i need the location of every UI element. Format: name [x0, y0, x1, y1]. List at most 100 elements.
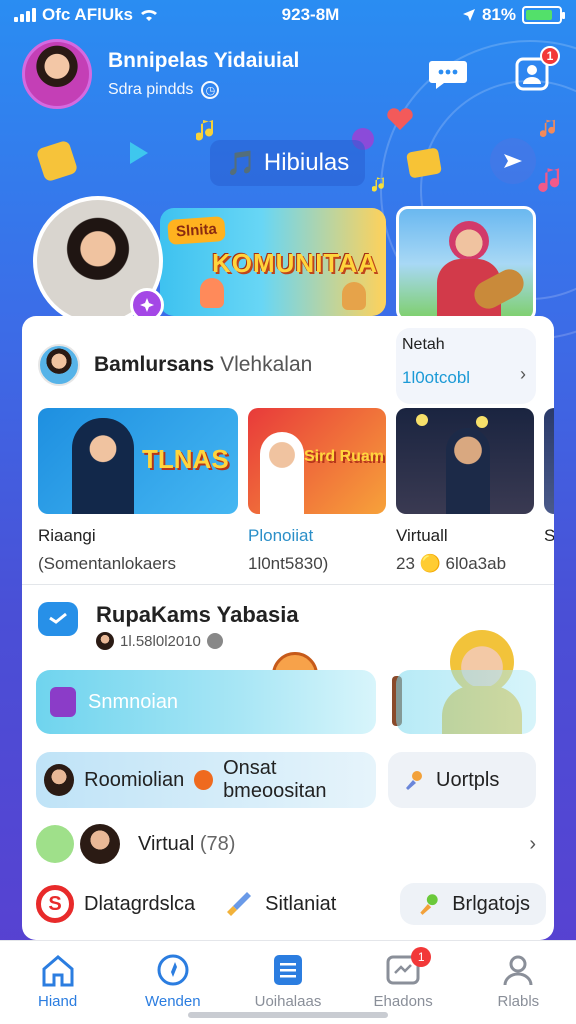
room-option-button[interactable]: Roomiolian Onsat bmeoositan [36, 752, 376, 808]
side-promo[interactable]: Netah 1l0otcobl › [396, 328, 536, 404]
heart-icon [387, 108, 413, 130]
status-right: 81% [462, 5, 565, 25]
thumbnail-image [544, 408, 554, 514]
primary-action-pill[interactable]: Snmnoian [36, 670, 376, 734]
tab-profile[interactable]: Rlabls [468, 953, 568, 1024]
stage-light [476, 416, 488, 428]
section-title-rest: Vlehkalan [220, 353, 313, 376]
thumbnail-person [446, 428, 490, 514]
chat-button[interactable] [426, 52, 470, 96]
virtual-label-text: Virtual [138, 832, 195, 855]
thumbnail-person [72, 418, 134, 514]
thumbnail-card[interactable]: Virtuall 23 🟡 6l0a3ab [396, 408, 534, 574]
primary-action-label: Snmnoian [88, 690, 179, 713]
performer-figure [449, 221, 489, 261]
thumbnail-card[interactable]: TLNAS Riaangi (Somentanlokaers [38, 408, 238, 574]
status-bar: Ofc AFlUks 923-8M 81% [0, 0, 576, 30]
avatar [96, 632, 114, 650]
status-left: Ofc AFlUks [14, 5, 159, 25]
tab-label: Uoihalaas [254, 993, 322, 1010]
quick-action[interactable]: Brlgatojs [400, 883, 546, 925]
carrier-label: Ofc AFlUks [42, 5, 134, 24]
thumbnail-card[interactable]: Sird Ruam Plonoiiat 1l0nt5830) [248, 408, 386, 574]
featured-thumbnails: TLNAS Riaangi (Somentanlokaers Sird Ruam… [38, 408, 554, 574]
app-screen: Ofc AFlUks 923-8M 81% Bnnipelas Yidaiuia… [0, 0, 576, 1024]
chevron-right-icon: › [520, 364, 526, 384]
profile-subtitle-text: Sdra pindds [108, 81, 194, 98]
avatar [80, 824, 120, 864]
thumbnail-title: S [544, 526, 554, 545]
location-arrow-icon [462, 9, 475, 21]
person-icon [503, 955, 533, 986]
quick-action-label: Sitlaniat [265, 892, 337, 915]
thumbnail-subtitle: 23 🟡 6l0a3ab [396, 554, 507, 573]
thumbnail-person [260, 432, 304, 514]
signal-icon [14, 8, 36, 22]
side-promo-line1: Netah [402, 336, 445, 353]
main-card: Bamlursans Vlehkalan Netah 1l0otcobl › T… [22, 316, 554, 940]
home-icon [42, 955, 74, 987]
music-note-icon [540, 119, 555, 138]
tab-home[interactable]: Hiand [8, 953, 108, 1024]
battery-icon [522, 6, 565, 24]
profile-subtitle: Sdra pindds ◷ [108, 81, 299, 99]
clock-icon [206, 633, 223, 649]
profile-header: Bnnipelas Yidaiuial Sdra pindds ◷ 1 [22, 38, 560, 110]
thumbnail-card[interactable]: S [544, 408, 554, 574]
thumbnail-image [396, 408, 534, 514]
tablet-icon [35, 139, 79, 183]
quick-action[interactable]: S Dlatagrdslca [36, 885, 195, 923]
send-icon [504, 154, 522, 168]
ticket-icon [405, 147, 443, 179]
battery-fill [526, 10, 552, 20]
clock-icon[interactable]: ◷ [201, 81, 220, 99]
avatar [44, 764, 75, 796]
tools-button[interactable]: Uortpls [388, 752, 536, 808]
quick-action-label: Dlatagrdslca [84, 892, 196, 915]
chat-bubble-icon [429, 61, 467, 89]
tab-bar: Hiand Wenden Uoihalaas 1 Ehadons Rlabls [0, 940, 576, 1024]
chevron-right-icon: › [529, 832, 536, 855]
room-option-label2: Onsat bmeoositan [223, 757, 327, 802]
hero-pill[interactable]: 🎵 Hibiulas [210, 140, 366, 186]
list-icon [273, 955, 302, 985]
tab-label: Rlabls [497, 993, 540, 1010]
thumbnail-image: Sird Ruam [248, 408, 386, 514]
profile-card-button[interactable]: 1 [510, 46, 560, 96]
clock: 923-8M [281, 5, 340, 24]
quick-action[interactable]: Sitlaniat [223, 888, 336, 920]
cartoon-character [200, 278, 224, 308]
section-title-bold: Bamlursans [94, 353, 215, 376]
play-icon [194, 770, 214, 790]
thumbnail-overlay: TLNAS [142, 444, 229, 474]
tab-label: Wenden [144, 993, 201, 1010]
tools-label: Uortpls [436, 768, 500, 791]
featured-photo[interactable] [396, 206, 536, 322]
battery-percent: 81% [481, 5, 516, 24]
compass-icon [157, 954, 189, 986]
sparkle-icon [140, 298, 154, 312]
section-divider [22, 584, 554, 585]
tab-label: Ehadons [373, 993, 433, 1010]
thumbnail-image: TLNAS [38, 408, 238, 514]
thumbnail-title: Virtuall [396, 526, 448, 545]
play-arrow-icon [130, 142, 148, 164]
wifi-icon [141, 9, 158, 21]
thumbnail-subtitle: (Somentanlokaers [38, 554, 176, 573]
tab-label: Hiand [37, 993, 78, 1010]
music-note-icon [372, 177, 384, 192]
thumbnail-subtitle: 1l0nt5830) [248, 554, 329, 573]
section-avatar[interactable] [38, 344, 80, 386]
brush-icon [227, 892, 252, 916]
chat-badge-icon [38, 602, 78, 636]
secondary-pill[interactable] [396, 670, 536, 734]
profile-text: Bnnipelas Yidaiuial Sdra pindds ◷ [108, 49, 299, 99]
community-meta-text: 1l.58l0l2010 [120, 632, 201, 650]
profile-avatar[interactable] [22, 39, 92, 109]
featured-section-title: Bamlursans Vlehkalan [94, 353, 312, 377]
home-indicator [188, 1012, 388, 1018]
virtual-list-row[interactable]: Virtual (78) › [36, 820, 536, 868]
send-button[interactable] [490, 138, 536, 184]
community-banner[interactable]: Slnita KOMUNITAA [160, 208, 386, 316]
notification-badge: 1 [540, 46, 560, 66]
